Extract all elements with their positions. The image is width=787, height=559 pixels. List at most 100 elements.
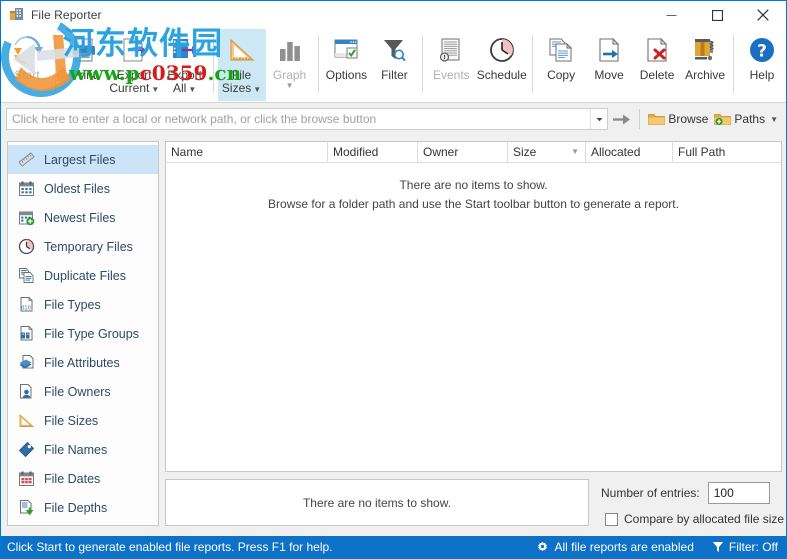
toolbar-export-current-button[interactable]: Export Current ▼ bbox=[108, 29, 161, 101]
toolbar-copy-button[interactable]: Copy bbox=[537, 29, 585, 101]
chevron-down-icon[interactable]: ▼ bbox=[770, 115, 778, 124]
minimize-button[interactable] bbox=[648, 1, 694, 29]
funnel-search-icon bbox=[373, 33, 415, 67]
chevron-down-icon[interactable] bbox=[590, 109, 607, 129]
column-header-modified[interactable]: Modified bbox=[328, 142, 418, 162]
toolbar-separator bbox=[532, 35, 534, 93]
report-list-view[interactable]: Name Modified Owner Size ▼ Allocated Ful… bbox=[165, 141, 782, 472]
toolbar-file-sizes-button[interactable]: File Sizes ▼ bbox=[217, 29, 266, 101]
toolbar-move-label: Move bbox=[594, 68, 624, 82]
sidebar-item-label: File Sizes bbox=[44, 413, 99, 428]
toolbar-events-button[interactable]: Events bbox=[427, 29, 475, 101]
svg-text:?: ? bbox=[757, 42, 767, 62]
toolbar-start-button[interactable]: Start bbox=[3, 29, 51, 101]
toolbar-print-button[interactable]: Print bbox=[60, 29, 108, 101]
sidebar-item-file-depths[interactable]: File Depths bbox=[8, 493, 158, 522]
calendar-plus-icon bbox=[18, 209, 35, 226]
sidebar-item-duplicate-files[interactable]: Duplicate Files bbox=[8, 261, 158, 290]
toolbar-separator bbox=[55, 35, 56, 93]
sidebar-item-file-dates[interactable]: File Dates bbox=[8, 464, 158, 493]
go-arrow-icon[interactable] bbox=[608, 108, 634, 130]
calendar-icon bbox=[18, 180, 35, 197]
toolbar-archive-label: Archive bbox=[685, 68, 726, 82]
window-controls bbox=[648, 1, 786, 29]
empty-line-1: There are no items to show. bbox=[399, 178, 548, 192]
page-x-icon bbox=[636, 33, 678, 67]
maximize-button[interactable] bbox=[694, 1, 740, 29]
sidebar-item-oldest-files[interactable]: Oldest Files bbox=[8, 174, 158, 203]
toolbar-print-label: Print bbox=[71, 68, 97, 82]
toolbar-move-button[interactable]: Move bbox=[585, 29, 633, 101]
browse-button[interactable]: Browse bbox=[645, 108, 711, 130]
column-header-full-path[interactable]: Full Path bbox=[673, 142, 781, 162]
sidebar-item-newest-files[interactable]: Newest Files bbox=[8, 203, 158, 232]
toolbar-filter-button[interactable]: Filter bbox=[370, 29, 418, 101]
toolbar-delete-button[interactable]: Delete bbox=[633, 29, 681, 101]
toolbar-export-all-button[interactable]: Export All ▼ bbox=[161, 29, 209, 101]
sidebar-item-label: File Types bbox=[44, 297, 101, 312]
page-user-icon bbox=[18, 383, 35, 400]
chevron-down-icon[interactable]: ▼ bbox=[188, 85, 196, 94]
page-stack-icon bbox=[18, 354, 35, 371]
folder-plus-icon bbox=[714, 112, 732, 126]
empty-line-2: Browse for a folder path and use the Sta… bbox=[268, 197, 679, 211]
toolbar-delete-label: Delete bbox=[639, 68, 675, 82]
sidebar-item-file-owners[interactable]: File Owners bbox=[8, 377, 158, 406]
column-header-size[interactable]: Size ▼ bbox=[508, 142, 586, 162]
paths-label: Paths bbox=[734, 112, 766, 126]
gear-icon bbox=[536, 541, 549, 554]
sidebar-item-label: File Attributes bbox=[44, 355, 120, 370]
summary-panel[interactable]: There are no items to show. bbox=[165, 479, 589, 526]
reports-enabled-indicator[interactable]: All file reports are enabled bbox=[536, 540, 694, 554]
title-bar: File Reporter bbox=[1, 1, 786, 29]
column-header-name[interactable]: Name bbox=[166, 142, 328, 162]
toolbar-graph-button[interactable]: Graph ▼ bbox=[266, 29, 314, 101]
sidebar-item-label: Temporary Files bbox=[44, 239, 133, 254]
entries-label: Number of entries: bbox=[601, 486, 700, 500]
close-button[interactable] bbox=[740, 1, 786, 29]
toolbar-start-label: Start bbox=[14, 68, 40, 82]
sidebar-item-temporary-files[interactable]: Temporary Files bbox=[8, 232, 158, 261]
sidebar-item-file-type-groups[interactable]: File Type Groups bbox=[8, 319, 158, 348]
sidebar-item-largest-files[interactable]: Largest Files bbox=[8, 145, 158, 174]
paths-button[interactable]: Paths ▼ bbox=[711, 108, 781, 130]
ruler-triangle-icon bbox=[18, 412, 35, 429]
tag-icon bbox=[18, 441, 35, 458]
chevron-down-icon[interactable]: ▼ bbox=[286, 82, 294, 92]
sidebar-item-file-types[interactable]: 010 File Types bbox=[8, 290, 158, 319]
compare-allocated-checkbox[interactable] bbox=[605, 512, 618, 526]
toolbar-separator bbox=[422, 35, 424, 93]
sidebar-item-file-names[interactable]: File Names bbox=[8, 435, 158, 464]
filter-status-indicator[interactable]: Filter: Off bbox=[712, 540, 778, 554]
compare-allocated-row[interactable]: Compare by allocated file size bbox=[605, 512, 784, 526]
clock-icon bbox=[481, 33, 523, 67]
sidebar-item-file-sizes[interactable]: File Sizes bbox=[8, 406, 158, 435]
status-message: Click Start to generate enabled file rep… bbox=[7, 540, 333, 554]
toolbar-options-button[interactable]: Options bbox=[322, 29, 370, 101]
column-header-owner[interactable]: Owner bbox=[418, 142, 508, 162]
path-input[interactable]: Click here to enter a local or network p… bbox=[6, 108, 609, 130]
reports-enabled-label: All file reports are enabled bbox=[554, 540, 694, 554]
toolbar-archive-button[interactable]: Archive bbox=[681, 29, 729, 101]
pathbar-separator bbox=[639, 109, 641, 129]
toolbar-schedule-button[interactable]: Schedule bbox=[475, 29, 528, 101]
entries-input[interactable]: 100 bbox=[707, 482, 770, 504]
sidebar-item-label: Duplicate Files bbox=[44, 268, 126, 283]
sidebar-item-label: File Depths bbox=[44, 500, 108, 515]
toolbar-help-button[interactable]: ? Help bbox=[738, 29, 786, 101]
sidebar-item-label: Newest Files bbox=[44, 210, 116, 225]
filter-status-label: Filter: Off bbox=[728, 540, 778, 554]
sidebar-item-label: Largest Files bbox=[44, 152, 116, 167]
chevron-down-icon[interactable]: ▼ bbox=[253, 85, 261, 94]
sidebar-item-label: File Type Groups bbox=[44, 326, 139, 341]
summary-empty-text: There are no items to show. bbox=[302, 495, 452, 510]
page-arrow-icon bbox=[588, 33, 630, 67]
status-indicators: All file reports are enabled Filter: Off bbox=[536, 540, 786, 554]
column-header-allocated[interactable]: Allocated bbox=[586, 142, 673, 162]
chevron-down-icon[interactable]: ▼ bbox=[151, 85, 159, 94]
report-type-sidebar[interactable]: Largest Files Oldest Files Newest Files … bbox=[7, 141, 159, 526]
sidebar-item-file-attributes[interactable]: File Attributes bbox=[8, 348, 158, 377]
document-alert-icon bbox=[430, 33, 472, 67]
app-building-icon bbox=[9, 7, 25, 23]
svg-text:010: 010 bbox=[21, 306, 31, 312]
